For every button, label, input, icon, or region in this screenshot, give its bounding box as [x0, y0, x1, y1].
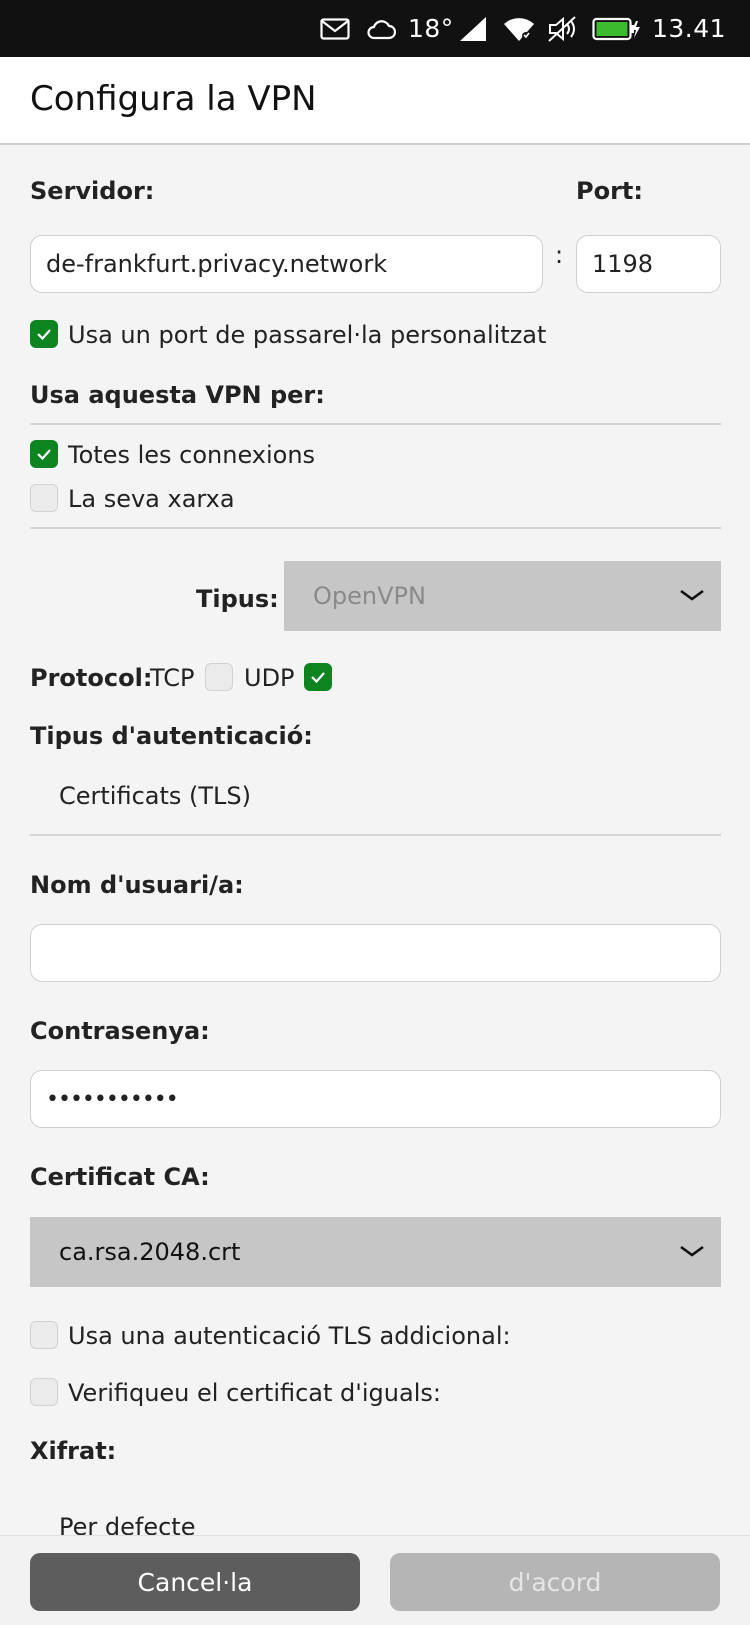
type-value: OpenVPN — [313, 582, 426, 610]
checkmark-icon — [37, 329, 51, 341]
usage-divider-bottom — [30, 527, 721, 529]
auth-type-underline — [30, 834, 721, 836]
type-label: Tipus: — [196, 585, 279, 613]
temperature-text: 18° — [408, 14, 454, 43]
battery-charging-icon — [592, 0, 640, 57]
custom-gateway-label: Usa un port de passarel·la personalitzat — [68, 321, 547, 349]
protocol-label: Protocol: — [30, 664, 153, 692]
checkmark-icon — [37, 449, 51, 461]
page-title: Configura la VPN — [30, 79, 317, 119]
wifi-icon — [503, 0, 535, 57]
verify-peer-checkbox[interactable] — [30, 1378, 58, 1406]
username-input[interactable] — [30, 924, 721, 982]
muted-speaker-icon — [548, 0, 578, 57]
tls-extra-label: Usa una autenticació TLS addicional: — [68, 1322, 511, 1350]
username-label: Nom d'usuari/a: — [30, 871, 244, 899]
dialog-footer: Cancel·la d'acord — [0, 1535, 750, 1625]
tcp-label: TCP — [150, 664, 195, 692]
cipher-selector[interactable]: Per defecte — [59, 1513, 195, 1535]
verify-peer-label: Verifiqueu el certificat d'iguals: — [68, 1379, 441, 1407]
usage-title: Usa aquesta VPN per: — [30, 381, 325, 409]
chevron-down-icon — [678, 1242, 706, 1264]
own-network-checkbox[interactable] — [30, 484, 58, 512]
port-label: Port: — [576, 177, 643, 205]
cancel-button[interactable]: Cancel·la — [30, 1553, 360, 1611]
usage-divider-top — [30, 423, 721, 425]
ca-cert-value: ca.rsa.2048.crt — [59, 1238, 241, 1266]
cloud-icon — [366, 0, 396, 57]
all-connections-checkbox[interactable] — [30, 440, 58, 468]
tcp-checkbox[interactable] — [205, 663, 233, 691]
ca-cert-label: Certificat CA: — [30, 1163, 210, 1191]
vpn-form[interactable]: Servidor: Port: de-frankfurt.privacy.net… — [0, 147, 750, 1535]
auth-type-selector[interactable]: Certificats (TLS) — [59, 782, 251, 810]
udp-checkbox[interactable] — [304, 663, 332, 691]
chevron-down-icon — [678, 586, 706, 608]
custom-gateway-checkbox[interactable] — [30, 320, 58, 348]
password-input[interactable]: ••••••••••• — [30, 1070, 721, 1128]
ca-cert-dropdown[interactable]: ca.rsa.2048.crt — [30, 1217, 721, 1287]
ok-button[interactable]: d'acord — [390, 1553, 720, 1611]
cipher-label: Xifrat: — [30, 1437, 117, 1465]
cellular-signal-icon — [459, 0, 487, 57]
password-label: Contrasenya: — [30, 1017, 210, 1045]
clock-text: 13.41 — [652, 14, 727, 43]
server-input[interactable]: de-frankfurt.privacy.network — [30, 235, 543, 293]
status-bar: 18° 13.41 — [0, 0, 750, 57]
tls-extra-checkbox[interactable] — [30, 1321, 58, 1349]
own-network-label: La seva xarxa — [68, 485, 235, 513]
checkmark-icon — [311, 672, 325, 684]
mail-icon — [320, 0, 350, 57]
page-header: Configura la VPN — [0, 57, 750, 145]
server-label: Servidor: — [30, 177, 155, 205]
port-separator: : — [555, 241, 564, 269]
port-input[interactable]: 1198 — [576, 235, 721, 293]
all-connections-label: Totes les connexions — [68, 441, 316, 469]
udp-label: UDP — [244, 664, 295, 692]
type-dropdown[interactable]: OpenVPN — [284, 561, 721, 631]
auth-type-label: Tipus d'autenticació: — [30, 722, 313, 750]
